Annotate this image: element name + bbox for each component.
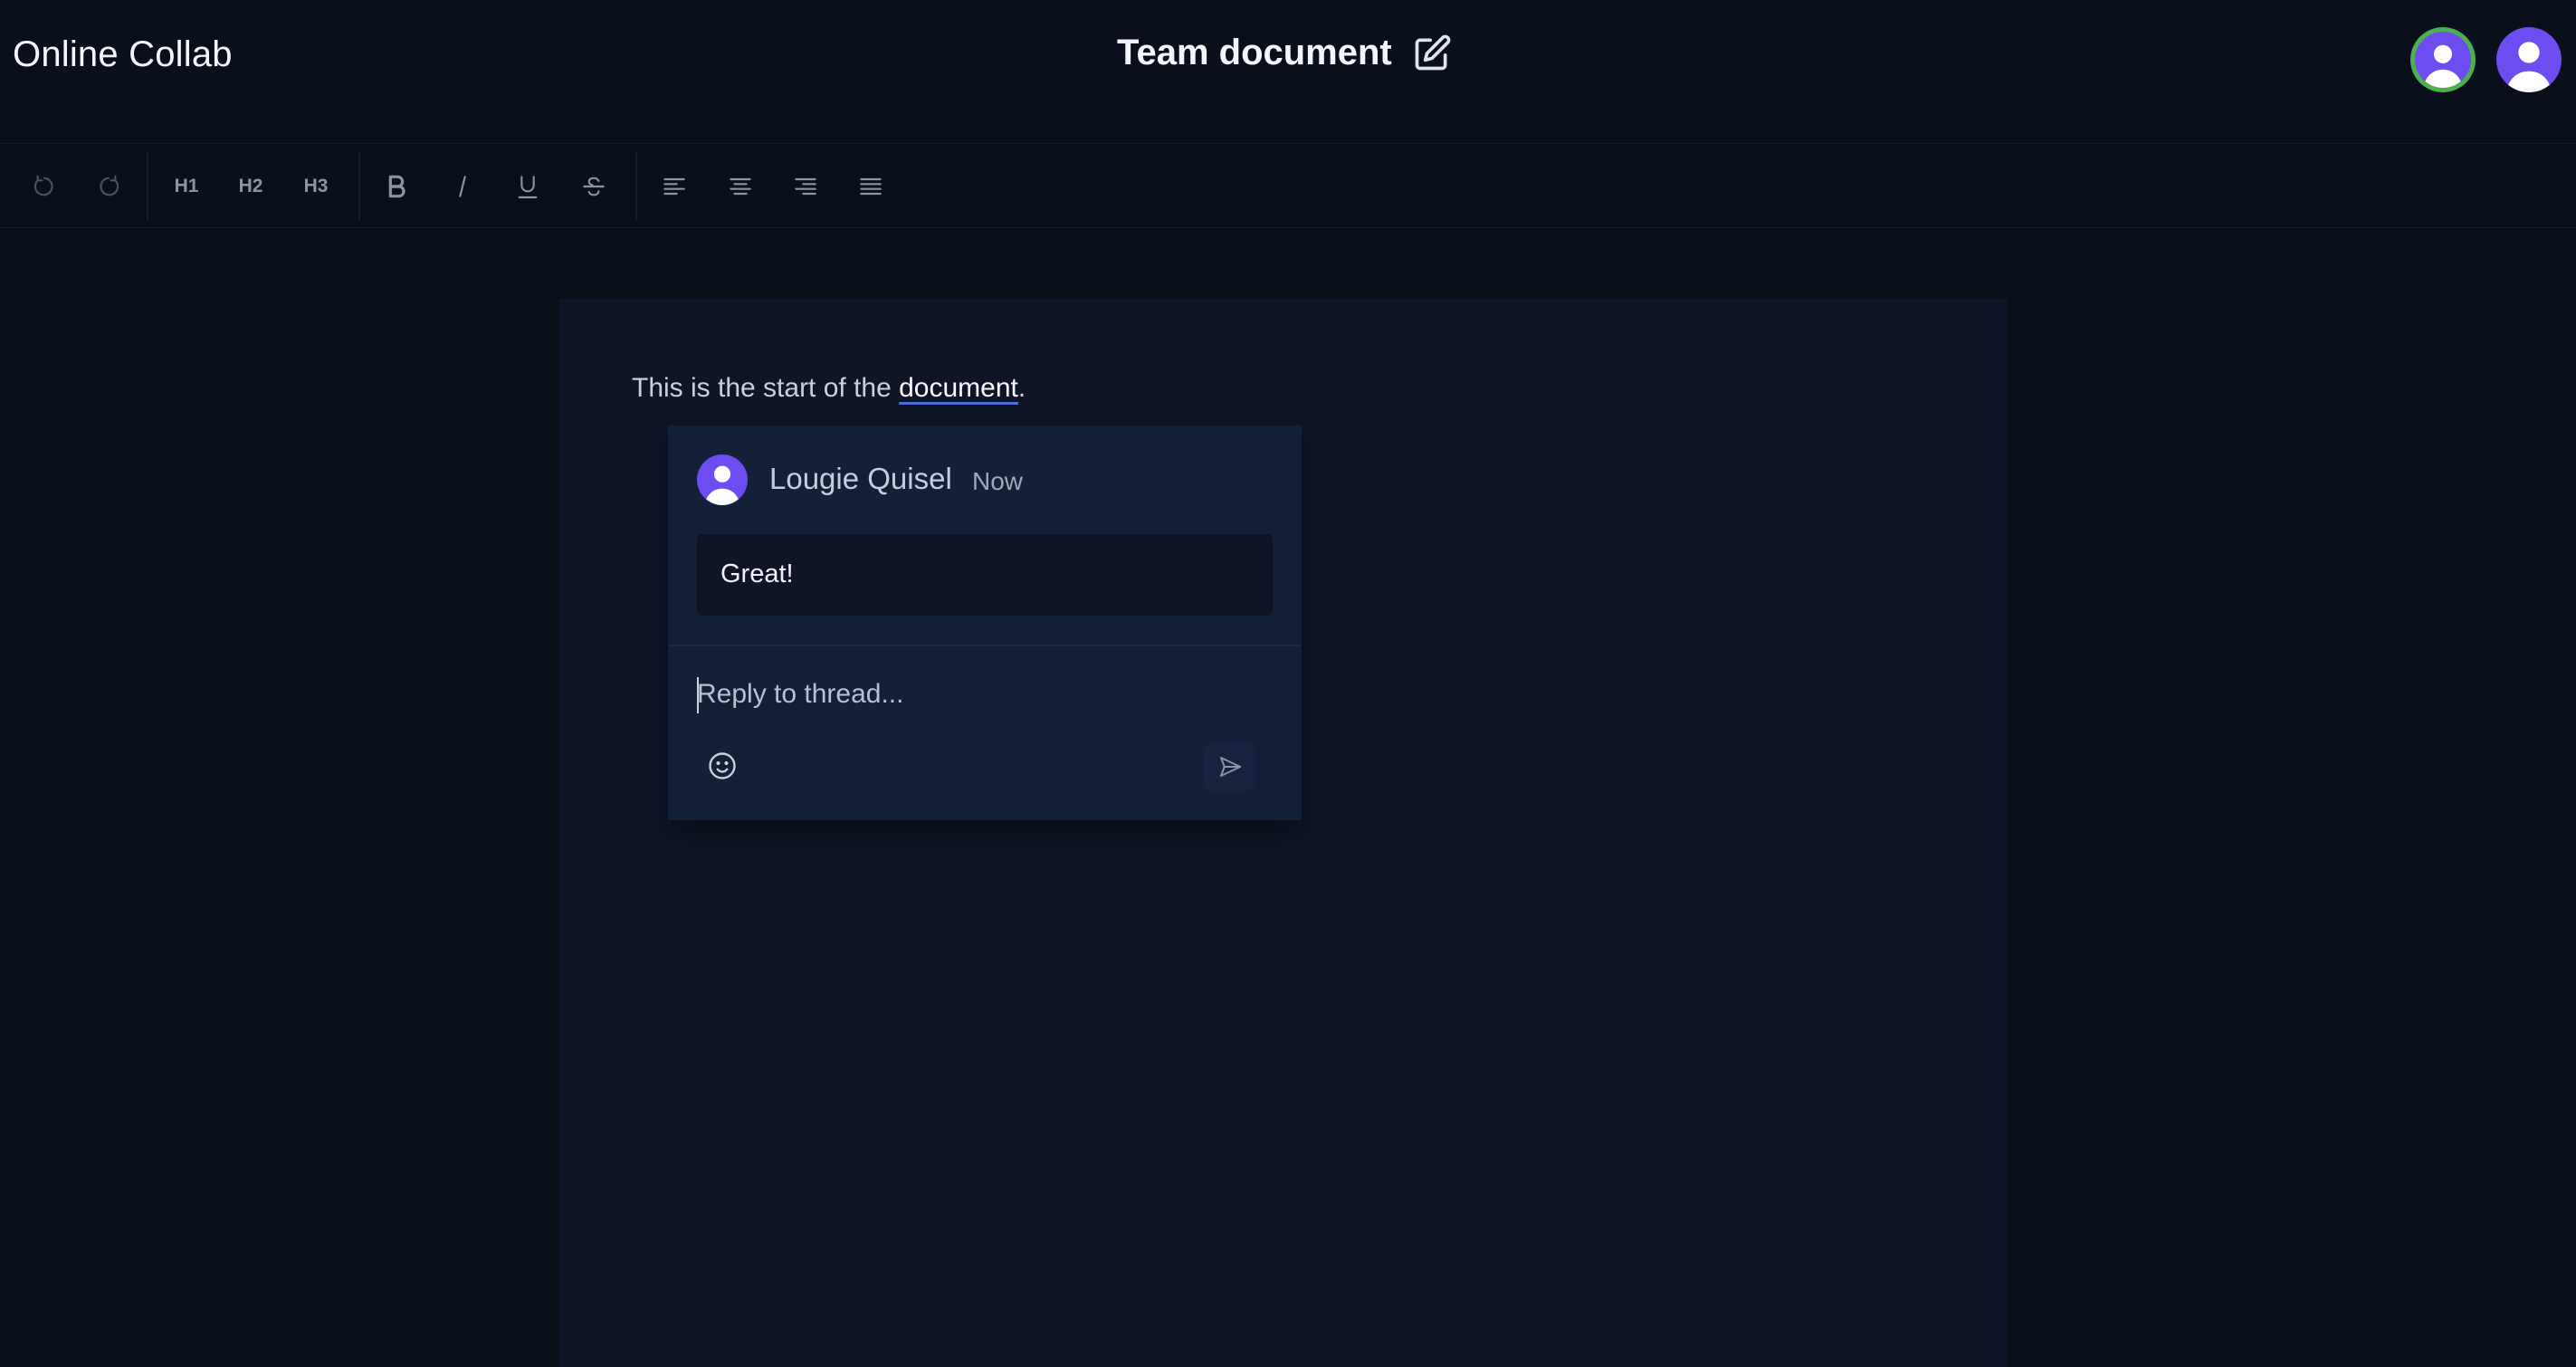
redo-icon	[100, 175, 119, 196]
comment-timestamp: Now	[972, 467, 1024, 495]
text-cursor	[697, 677, 699, 713]
bold-icon	[388, 175, 405, 198]
comment-thread: Lougie Quisel Now Great!	[668, 425, 1302, 820]
edit-icon[interactable]	[1412, 33, 1452, 73]
user-icon	[2505, 42, 2552, 92]
italic-button[interactable]	[440, 164, 485, 209]
align-right-icon	[795, 177, 816, 196]
strikethrough-icon	[583, 177, 605, 196]
formatting-toolbar: H1 H2 H3	[0, 143, 2576, 228]
align-justify-icon	[860, 177, 882, 196]
app-window: Online Collab Team document H1 H2 H3 Thi…	[0, 0, 2576, 1367]
toolbar-divider	[635, 151, 637, 220]
emoji-icon[interactable]	[706, 750, 739, 782]
align-left-icon	[663, 177, 685, 196]
underline-button[interactable]	[505, 164, 550, 209]
heading-1-button[interactable]: H1	[164, 164, 209, 209]
app-title: Online Collab	[13, 34, 233, 74]
send-button[interactable]	[1204, 742, 1256, 791]
toolbar-divider	[147, 151, 148, 220]
undo-icon	[33, 175, 53, 196]
user-icon	[704, 465, 740, 505]
heading-3-button[interactable]: H3	[293, 164, 339, 209]
align-justify-button[interactable]	[848, 164, 893, 209]
comment-divider	[668, 645, 1302, 646]
collaborator-avatar[interactable]	[2496, 27, 2562, 92]
toolbar-divider	[358, 151, 360, 220]
align-left-button[interactable]	[652, 164, 697, 209]
strikethrough-button[interactable]	[571, 164, 616, 209]
send-icon	[1220, 757, 1242, 777]
underline-icon	[518, 176, 538, 199]
align-center-icon	[730, 177, 751, 196]
redo-button[interactable]	[86, 164, 131, 209]
current-user-avatar[interactable]	[2415, 32, 2471, 88]
commented-text[interactable]: document	[899, 373, 1018, 403]
document-text-end: .	[1017, 373, 1026, 403]
header: Online Collab Team document	[0, 0, 2576, 143]
italic-icon	[459, 176, 466, 197]
align-center-button[interactable]	[718, 164, 763, 209]
heading-2-button[interactable]: H2	[228, 164, 273, 209]
user-icon	[2423, 44, 2463, 88]
comment-author-name: Lougie Quisel	[769, 462, 952, 495]
comment-body: Great!	[697, 534, 1273, 616]
align-right-button[interactable]	[783, 164, 828, 209]
document-title[interactable]: Team document	[1117, 33, 1392, 73]
bold-button[interactable]	[374, 164, 419, 209]
reply-input[interactable]	[697, 674, 1240, 715]
comment-text: Great!	[720, 559, 794, 588]
document-text: This is the start of the	[632, 373, 900, 403]
undo-button[interactable]	[22, 164, 67, 209]
document-paragraph[interactable]: This is the start of the document.	[632, 373, 1026, 404]
document-title-area: Team document	[1117, 33, 1452, 73]
comment-author-avatar	[697, 454, 748, 505]
